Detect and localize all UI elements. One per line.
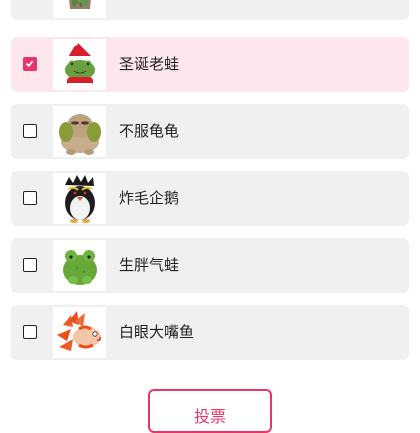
checkbox[interactable] — [23, 191, 37, 205]
potted-plant-plush-image — [53, 0, 106, 18]
item-label: 不服龟龟 — [119, 122, 180, 140]
lionfish-plush-image — [53, 307, 106, 358]
green-frog-plush-image — [53, 240, 106, 291]
turtle-plush-image — [53, 106, 106, 157]
christmas-frog-plush-image — [53, 39, 106, 90]
checkbox[interactable] — [23, 258, 37, 272]
list-item-penguin[interactable]: 炸毛企鹅 — [11, 171, 409, 226]
candidate-list: 圣诞老蛙 不服龟龟 炸毛企鹅 生胖气蛙 白眼大嘴鱼 投票 — [0, 0, 420, 433]
rockhopper-penguin-plush-image — [53, 173, 106, 224]
item-label: 圣诞老蛙 — [119, 55, 180, 73]
checkbox[interactable] — [23, 325, 37, 339]
vote-button-label: 投票 — [193, 407, 226, 426]
checkbox[interactable] — [23, 124, 37, 138]
item-label: 炸毛企鹅 — [119, 189, 180, 207]
list-item-christmas-frog[interactable]: 圣诞老蛙 — [11, 37, 409, 92]
list-item-potted-plant[interactable] — [11, 0, 409, 20]
list-item-turtle[interactable]: 不服龟龟 — [11, 104, 409, 159]
vote-button[interactable]: 投票 — [148, 389, 272, 433]
list-item-lionfish[interactable]: 白眼大嘴鱼 — [11, 305, 409, 360]
item-label: 生胖气蛙 — [119, 256, 180, 274]
list-item-green-frog[interactable]: 生胖气蛙 — [11, 238, 409, 293]
item-label: 白眼大嘴鱼 — [119, 323, 195, 341]
checkbox-checked[interactable] — [23, 57, 37, 71]
